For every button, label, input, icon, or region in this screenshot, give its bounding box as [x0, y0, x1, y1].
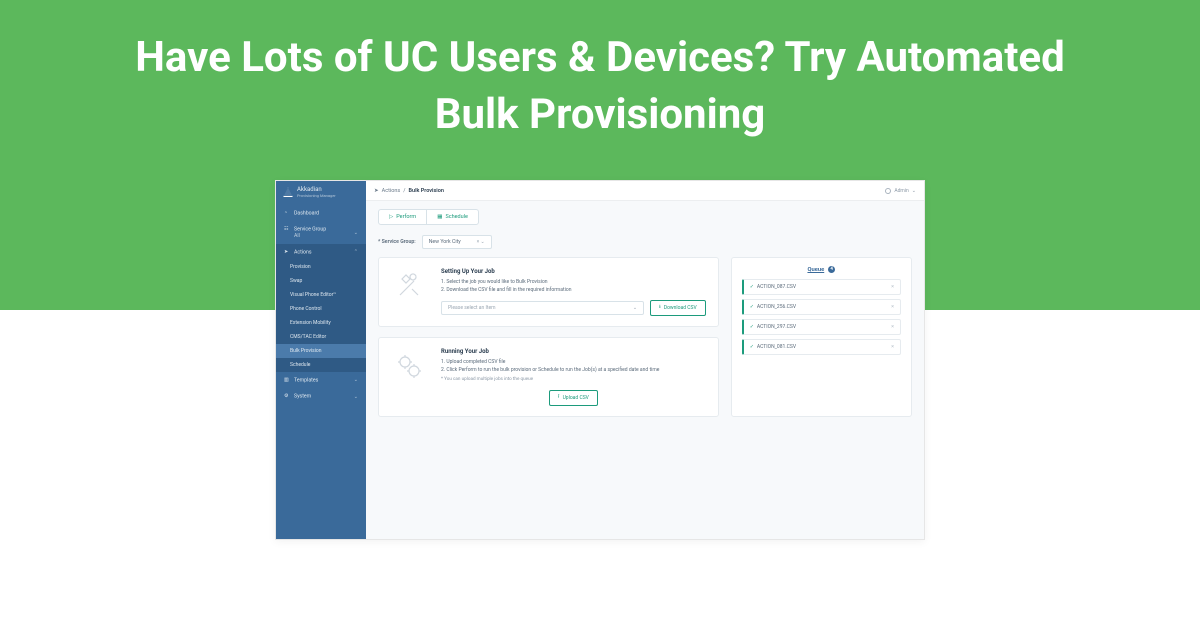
nav-templates[interactable]: ▥Templates ⌄	[276, 372, 366, 388]
nav-sub-bulk-provision[interactable]: Bulk Provision	[276, 344, 366, 358]
breadcrumb-section[interactable]: Actions	[382, 188, 401, 194]
service-group-select[interactable]: New York City × ⌄	[422, 235, 492, 249]
breadcrumb: ➤ Actions / Bulk Provision	[374, 188, 444, 194]
remove-queue-item-button[interactable]: ×	[891, 304, 894, 310]
check-icon: ✓	[750, 304, 754, 310]
check-icon: ✓	[750, 284, 754, 290]
nav-sub-cms-tac[interactable]: CMS/TAC Editor	[276, 330, 366, 344]
nav-service-group[interactable]: ☷Service GroupAll ⌄	[276, 221, 366, 243]
app-window: Akkadian Provisioning Manager ◔Dashboard…	[275, 180, 925, 540]
download-icon: ⭳	[659, 304, 661, 312]
upload-csv-button[interactable]: ⭱ Upload CSV	[549, 390, 598, 406]
run-panel: Running Your Job 1. Upload completed CSV…	[378, 337, 719, 417]
sidebar: Akkadian Provisioning Manager ◔Dashboard…	[276, 181, 366, 539]
nav-sub-swap[interactable]: Swap	[276, 274, 366, 288]
calendar-icon: ▦	[437, 214, 442, 220]
chevron-down-icon: × ⌄	[477, 239, 485, 245]
schedule-button[interactable]: ▦ Schedule	[426, 210, 478, 224]
perform-button[interactable]: ▷ Perform	[379, 210, 426, 224]
play-icon: ▷	[389, 214, 393, 220]
queue-item: ✓ACTION_297.CSV ×	[742, 319, 901, 335]
run-note: * You can upload multiple jobs into the …	[441, 377, 706, 382]
queue-item: ✓ACTION_256.CSV ×	[742, 299, 901, 315]
chevron-down-icon: ⌄	[912, 188, 916, 194]
dashboard-icon: ◔	[284, 210, 290, 216]
cursor-icon: ➤	[284, 249, 290, 255]
user-icon	[885, 188, 891, 194]
brand: Akkadian Provisioning Manager	[276, 181, 366, 204]
setup-title: Setting Up Your Job	[441, 268, 706, 275]
check-icon: ✓	[750, 324, 754, 330]
chevron-down-icon: ⌄	[354, 377, 358, 383]
check-icon: ✓	[750, 344, 754, 350]
hero-headline: Have Lots of UC Users & Devices? Try Aut…	[0, 0, 1200, 143]
nav-actions[interactable]: ➤Actions ⌃	[276, 244, 366, 260]
remove-queue-item-button[interactable]: ×	[891, 324, 894, 330]
chevron-down-icon: ⌄	[354, 394, 358, 400]
run-step-1: 1. Upload completed CSV file	[441, 359, 706, 367]
nav-sub-ext-mobility[interactable]: Extension Mobility	[276, 316, 366, 330]
brand-logo-icon	[283, 187, 293, 197]
topbar: ➤ Actions / Bulk Provision Admin ⌄	[366, 181, 924, 201]
queue-item: ✓ACTION_087.CSV ×	[742, 279, 901, 295]
job-select[interactable]: Please select an Item ⌄	[441, 301, 644, 315]
upload-icon: ⭱	[558, 394, 560, 402]
filter-row: * Service Group: New York City × ⌄	[366, 231, 924, 257]
queue-item: ✓ACTION_081.CSV ×	[742, 339, 901, 355]
nav-sub-phone-control[interactable]: Phone Control	[276, 302, 366, 316]
queue-panel: Queue 4 ✓ACTION_087.CSV × ✓ACTION_256.CS…	[731, 257, 912, 417]
run-step-2: 2. Click Perform to run the bulk provisi…	[441, 367, 706, 375]
chevron-down-icon: ⌄	[633, 305, 637, 311]
service-group-label: * Service Group:	[378, 239, 416, 245]
remove-queue-item-button[interactable]: ×	[891, 284, 894, 290]
remove-queue-item-button[interactable]: ×	[891, 344, 894, 350]
user-menu[interactable]: Admin ⌄	[885, 188, 916, 194]
nav-sub-provision[interactable]: Provision	[276, 260, 366, 274]
download-csv-button[interactable]: ⭳ Download CSV	[650, 300, 706, 316]
chevron-down-icon: ⌄	[354, 230, 358, 236]
layers-icon: ☷	[284, 226, 290, 232]
setup-step-2: 2. Download the CSV file and fill in the…	[441, 287, 706, 295]
main-area: ➤ Actions / Bulk Provision Admin ⌄ ▷ Per…	[366, 181, 924, 539]
brand-subtitle: Provisioning Manager	[297, 194, 336, 198]
templates-icon: ▥	[284, 377, 290, 383]
nav-system[interactable]: ⚙System ⌄	[276, 388, 366, 404]
nav-dashboard[interactable]: ◔Dashboard	[276, 204, 366, 221]
queue-count-badge: 4	[828, 266, 835, 273]
nav-sub-schedule[interactable]: Schedule	[276, 358, 366, 372]
gear-icon: ⚙	[284, 393, 290, 399]
setup-step-1: 1. Select the job you would like to Bulk…	[441, 279, 706, 287]
nav-sub-visual-phone[interactable]: Visual Phone Editor™	[276, 288, 366, 302]
cursor-icon: ➤	[374, 188, 379, 194]
breadcrumb-page: Bulk Provision	[409, 188, 444, 194]
setup-panel: Setting Up Your Job 1. Select the job yo…	[378, 257, 719, 327]
run-title: Running Your Job	[441, 348, 706, 355]
chevron-up-icon: ⌃	[354, 249, 358, 255]
gears-icon	[391, 348, 427, 384]
tools-icon	[391, 268, 427, 304]
toolbar: ▷ Perform ▦ Schedule	[366, 201, 924, 231]
queue-title: Queue	[807, 267, 824, 273]
